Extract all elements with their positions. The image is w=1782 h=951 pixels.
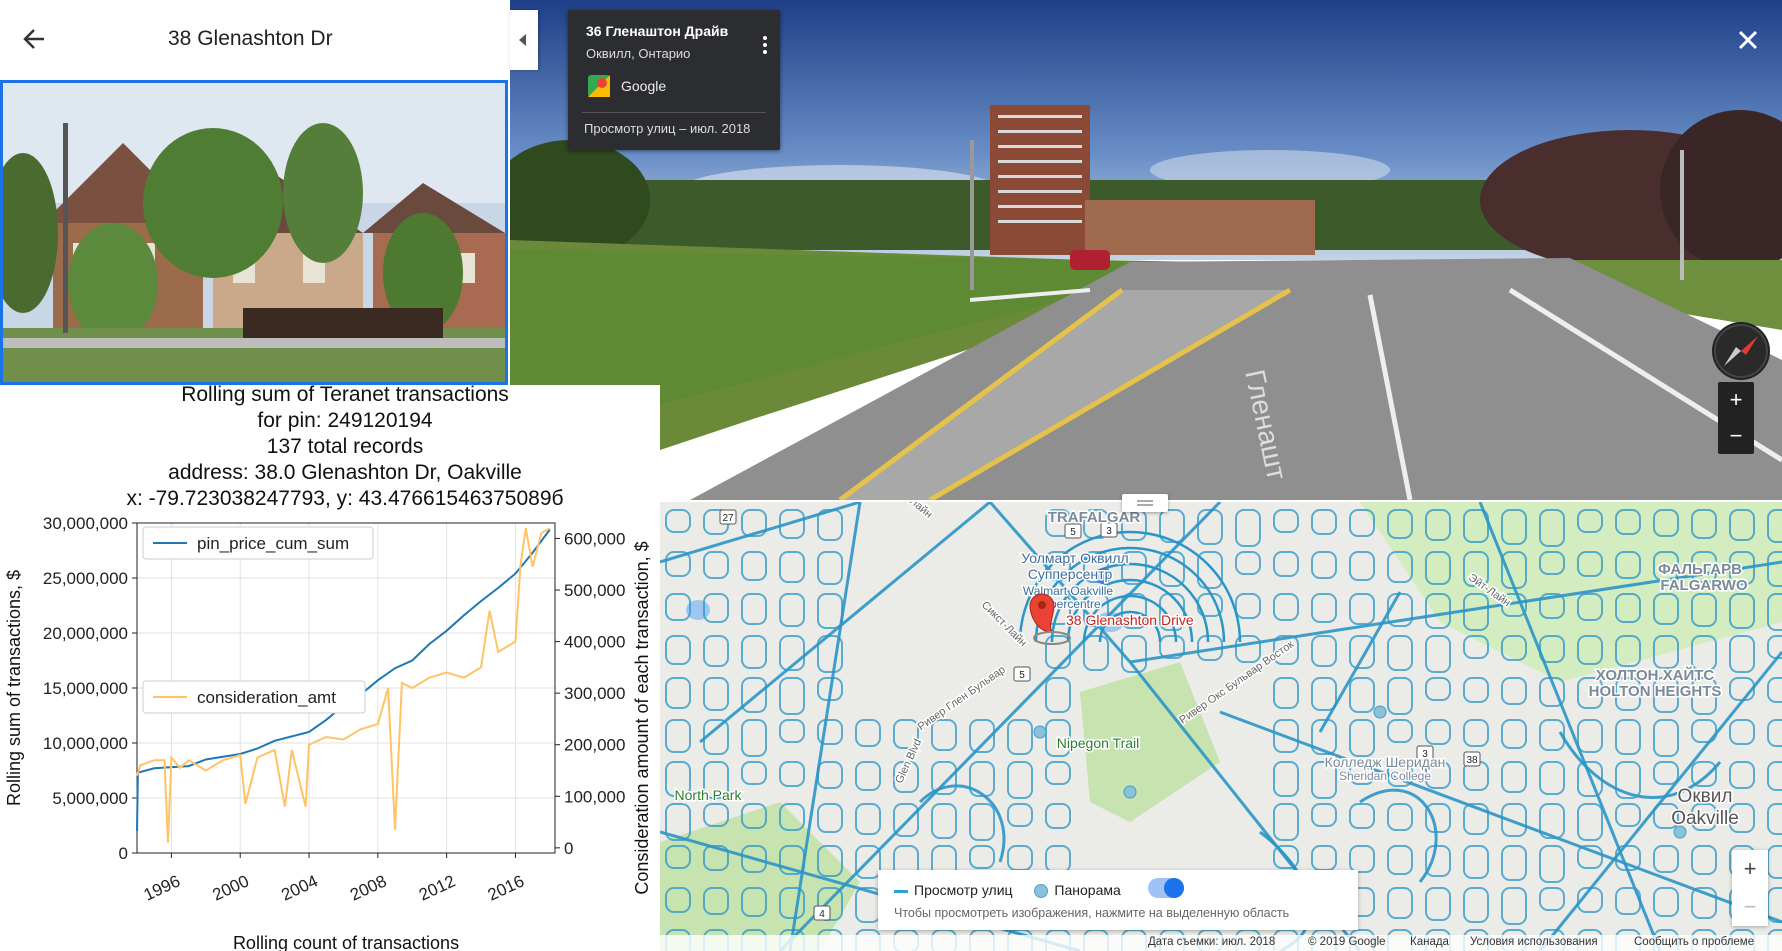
route-shield-label: 5 (1070, 527, 1076, 538)
map-label: FALGARWO (1660, 577, 1748, 594)
street-view-layer-control: Просмотр улиц Панорама Чтобы просмотреть… (878, 870, 1358, 930)
location-subtitle: Оквилл, Онтарио (586, 46, 691, 61)
street-view-panorama[interactable]: Гленашт 36 Гленаштон Драйв Оквилл, Онтар… (510, 0, 1782, 500)
footer-copyright: © 2019 Google (1308, 936, 1386, 948)
location-info-card: 36 Гленаштон Драйв Оквилл, Онтарио Googl… (568, 10, 780, 150)
footer-region[interactable]: Канада (1410, 936, 1449, 948)
legend-consideration-label: consideration_amt (197, 688, 336, 707)
footer-report-link[interactable]: Сообщить о проблеме (1634, 936, 1754, 948)
chart-title-line-2: for pin: 249120194 (257, 409, 433, 432)
teranet-chart: Rolling sum of Teranet transactions for … (0, 383, 660, 951)
y-left-tick-label: 15,000,000 (43, 679, 128, 698)
chart-title-line-4: address: 38.0 Glenashton Dr, Oakville (168, 461, 522, 484)
place-side-panel: 38 Glenashton Dr (0, 0, 510, 385)
zoom-out-button[interactable]: − (1718, 418, 1754, 454)
back-arrow-icon[interactable] (22, 26, 48, 52)
streetview-line-icon (894, 889, 908, 893)
x-tick-label: 2000 (210, 871, 252, 904)
x-tick-label: 2012 (416, 871, 458, 904)
footer-terms-link[interactable]: Условия использования (1470, 936, 1598, 948)
street-view-zoom-controls: + − (1718, 382, 1754, 454)
y-right-tick-label: 200,000 (564, 736, 625, 755)
collapse-panel-button[interactable] (510, 10, 538, 70)
zoom-in-button[interactable]: + (1718, 382, 1754, 418)
compass-icon[interactable] (1712, 322, 1770, 380)
y-left-tick-label: 25,000,000 (43, 569, 128, 588)
y-right-axis-label: Consideration amount of each transaction… (632, 541, 652, 894)
x-tick-label: 2016 (485, 871, 527, 904)
y-right-tick-label: 400,000 (564, 633, 625, 652)
panorama-dot-icon (1034, 884, 1049, 899)
location-pin-dot (1038, 601, 1046, 609)
layer-hint: Чтобы просмотреть изображения, нажмите н… (894, 906, 1290, 920)
y-right-tick-label: 300,000 (564, 684, 625, 703)
map-zoom-out-button[interactable]: − (1732, 888, 1768, 926)
route-shield-label: 4 (819, 909, 825, 920)
chevron-left-icon (519, 34, 526, 46)
panorama-dot[interactable] (1123, 785, 1137, 799)
map-label: Уолмарт Оквилл (1021, 550, 1128, 566)
panorama-legend-label: Панорама (1054, 882, 1121, 898)
capture-date: Просмотр улиц – июл. 2018 (584, 121, 751, 136)
x-tick-label: 2004 (278, 871, 320, 904)
map-label: Оквил (1678, 786, 1733, 807)
card-divider (582, 112, 766, 113)
map-label: HOLTON HEIGHTS (1589, 683, 1722, 700)
y-right-tick-label: 500,000 (564, 581, 625, 600)
place-photo[interactable] (0, 80, 508, 385)
google-maps-icon (588, 75, 610, 97)
legend-cum-sum-label: pin_price_cum_sum (197, 534, 349, 553)
route-shield-label: 27 (722, 513, 734, 524)
location-title: 36 Гленаштон Драйв (586, 23, 729, 39)
map-label: ХОЛТОН ХАЙТС (1596, 666, 1715, 684)
panorama-dot[interactable] (1033, 725, 1047, 739)
map-label: ФАЛЬГАРВ (1658, 561, 1742, 578)
panorama-dot[interactable] (1373, 705, 1387, 719)
house-photo-image (3, 83, 505, 382)
provider-label: Google (621, 78, 667, 94)
map-footer: Дата съемки: июл. 2018 © 2019 Google Кан… (660, 935, 1782, 951)
series-line-pin_price_cum_sum (136, 529, 551, 832)
chart-title-line-1: Rolling sum of Teranet transactions (181, 383, 509, 406)
panel-resize-handle[interactable] (1122, 494, 1168, 512)
y-left-tick-label: 30,000,000 (43, 515, 128, 533)
streetview-legend-label: Просмотр улиц (914, 882, 1013, 898)
y-right-tick-label: 100,000 (564, 787, 625, 806)
chart-plot: 0 5,000,000 10,000,000 15,000,000 20,000,000… (4, 515, 652, 951)
layer-legend: Просмотр улиц Панорама (894, 882, 1121, 899)
map-view[interactable]: 27 5 3 5 38 3 4 TRAFALGAR Уолмарт Оквилл Супперсе… (660, 502, 1782, 951)
map-zoom-controls: + − (1732, 850, 1768, 926)
x-axis-label: Rolling count of transactions (233, 933, 459, 951)
map-label: Nipegon Trail (1057, 735, 1140, 751)
y-left-tick-label: 0 (119, 844, 128, 863)
y-left-tick-label: 20,000,000 (43, 624, 128, 643)
footer-capture-date: Дата съемки: июл. 2018 (1148, 936, 1276, 948)
route-shield-label: 38 (1466, 755, 1478, 766)
y-left-tick-label: 10,000,000 (43, 734, 128, 753)
chart-title-line-3: 137 total records (266, 435, 424, 458)
x-tick-label: 2008 (347, 871, 389, 904)
close-icon[interactable] (1734, 26, 1762, 54)
map-label: Супперсентр (1028, 566, 1113, 582)
map-label: Oakville (1671, 808, 1739, 829)
route-shield-label: 5 (1019, 670, 1025, 681)
y-right-tick-label: 0 (564, 839, 573, 858)
street-view-layer-toggle[interactable] (1148, 878, 1184, 898)
map-label: Sheridan College (1339, 769, 1431, 783)
y-left-tick-label: 5,000,000 (52, 789, 128, 808)
map-zoom-in-button[interactable]: + (1732, 850, 1768, 888)
more-options-icon[interactable] (762, 36, 768, 58)
x-tick-label: 1996 (141, 871, 183, 904)
map-label: North Park (675, 787, 743, 803)
y-left-axis-label: Rolling sum of transactions, $ (4, 570, 24, 806)
chart-title-line-5: x: -79.723038247793, y: 43.4766154637508… (126, 487, 564, 510)
place-title: 38 Glenashton Dr (168, 27, 333, 50)
map-label: Колледж Шеридан (1325, 754, 1446, 770)
location-pin-label: 38 Glenashton Drive (1066, 612, 1194, 628)
y-right-tick-label: 600,000 (564, 529, 625, 548)
route-shield-label: 3 (1106, 526, 1112, 537)
